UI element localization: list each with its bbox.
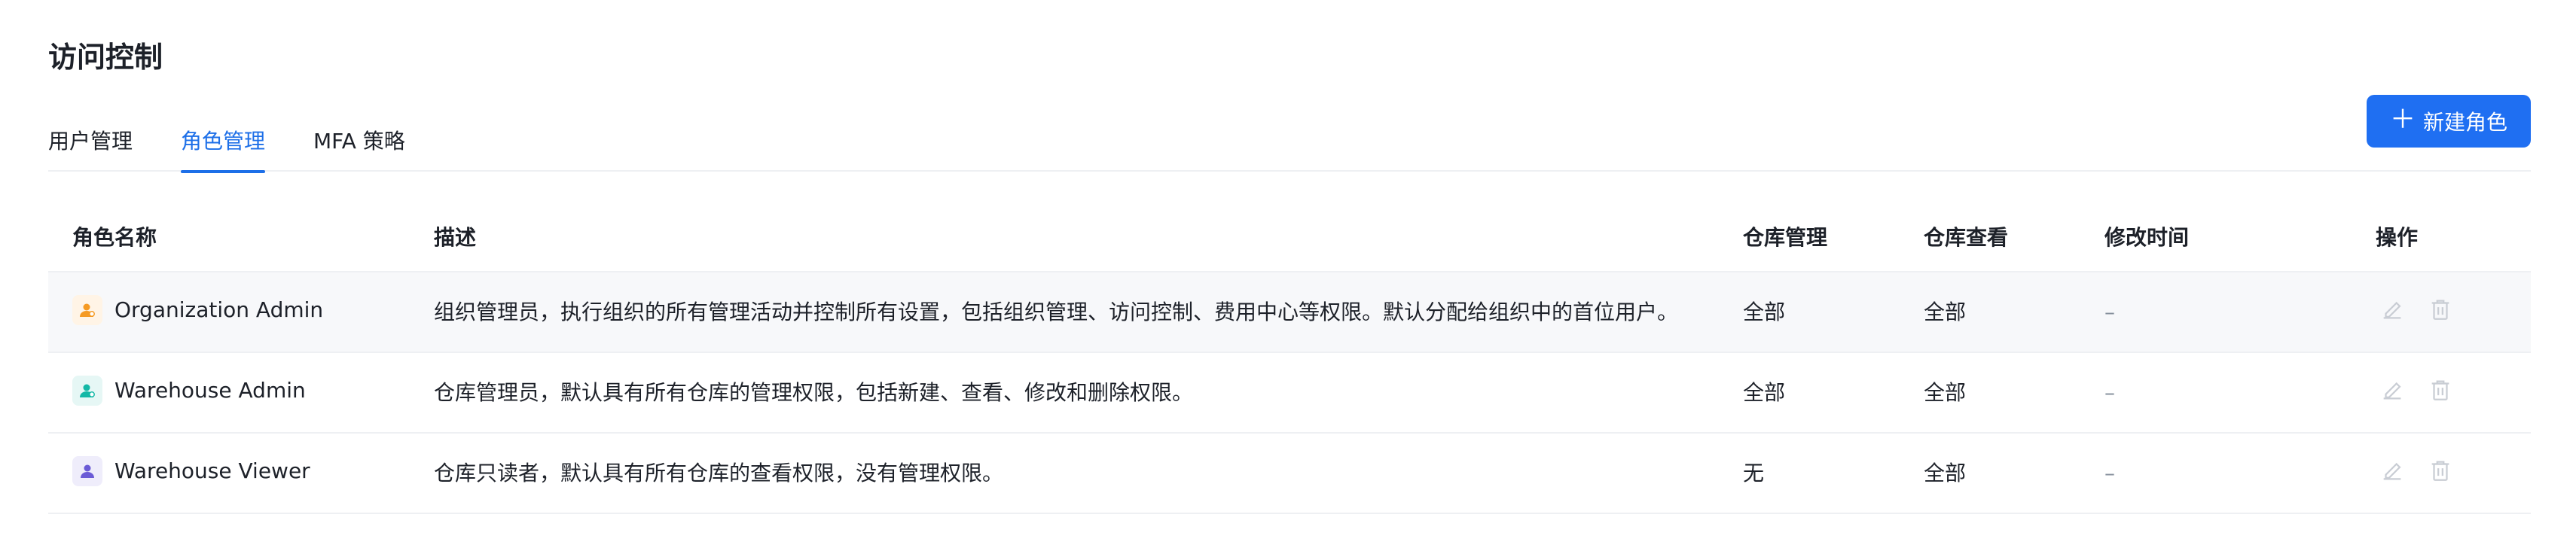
row-actions [2379, 458, 2453, 483]
tab-bar: 用户管理 角色管理 MFA 策略 [48, 120, 2531, 173]
roles-table: 角色名称 描述 仓库管理 仓库查看 修改时间 操作 Organization A… [48, 203, 2531, 514]
role-description: 仓库只读者，默认具有所有仓库的查看权限，没有管理权限。 [434, 461, 1004, 485]
column-header-warehouse-view: 仓库查看 [1924, 225, 2009, 250]
tab-user-management[interactable]: 用户管理 [48, 126, 133, 172]
table-row: Warehouse Admin 仓库管理员，默认具有所有仓库的管理权限，包括新建… [48, 353, 2531, 434]
modified-time-value: – [2104, 461, 2115, 485]
column-header-modified-time: 修改时间 [2104, 225, 2190, 250]
page-title: 访问控制 [48, 41, 163, 74]
tab-mfa-policy[interactable]: MFA 策略 [313, 126, 405, 172]
column-header-warehouse-manage: 仓库管理 [1743, 225, 1828, 250]
role-name-cell: Organization Admin [72, 295, 323, 325]
user-admin-icon [72, 295, 102, 325]
warehouse-view-value: 全部 [1924, 461, 1967, 485]
warehouse-manage-value: 无 [1743, 461, 1765, 485]
role-description: 仓库管理员，默认具有所有仓库的管理权限，包括新建、查看、修改和删除权限。 [434, 380, 1194, 405]
role-name: Warehouse Viewer [114, 458, 310, 483]
warehouse-manage-value: 全部 [1743, 300, 1786, 324]
modified-time-value: – [2104, 380, 2115, 405]
warehouse-view-value: 全部 [1924, 380, 1967, 405]
table-row: Warehouse Viewer 仓库只读者，默认具有所有仓库的查看权限，没有管… [48, 434, 2531, 514]
access-control-page: 访问控制 用户管理 角色管理 MFA 策略 ＋ 新建角色 角色名称 描述 仓库管… [0, 0, 2576, 557]
tab-role-management[interactable]: 角色管理 [181, 126, 266, 173]
warehouse-view-value: 全部 [1924, 300, 1967, 324]
plus-icon: ＋ [2389, 105, 2416, 135]
warehouse-manage-value: 全部 [1743, 380, 1786, 405]
column-header-actions: 操作 [2376, 225, 2419, 250]
edit-icon[interactable] [2379, 377, 2405, 403]
role-name-cell: Warehouse Viewer [72, 456, 310, 486]
delete-icon[interactable] [2428, 297, 2453, 322]
new-role-label: 新建角色 [2422, 110, 2507, 135]
column-header-description: 描述 [434, 225, 477, 250]
table-row: Organization Admin 组织管理员，执行组织的所有管理活动并控制所… [48, 272, 2531, 353]
table-header: 角色名称 描述 仓库管理 仓库查看 修改时间 操作 [48, 203, 2531, 272]
row-actions [2379, 377, 2453, 403]
role-description: 组织管理员，执行组织的所有管理活动并控制所有设置，包括组织管理、访问控制、费用中… [434, 300, 1679, 324]
delete-icon[interactable] [2428, 458, 2453, 483]
modified-time-value: – [2104, 300, 2115, 324]
new-role-button[interactable]: ＋ 新建角色 [2367, 95, 2531, 148]
delete-icon[interactable] [2428, 377, 2453, 403]
user-view-icon [72, 456, 102, 486]
user-shield-icon [72, 376, 102, 406]
role-name-cell: Warehouse Admin [72, 376, 306, 406]
role-name: Organization Admin [114, 297, 324, 322]
row-actions [2379, 297, 2453, 322]
edit-icon[interactable] [2379, 458, 2405, 483]
column-header-role-name: 角色名称 [72, 225, 157, 250]
role-name: Warehouse Admin [114, 378, 306, 403]
edit-icon[interactable] [2379, 297, 2405, 322]
